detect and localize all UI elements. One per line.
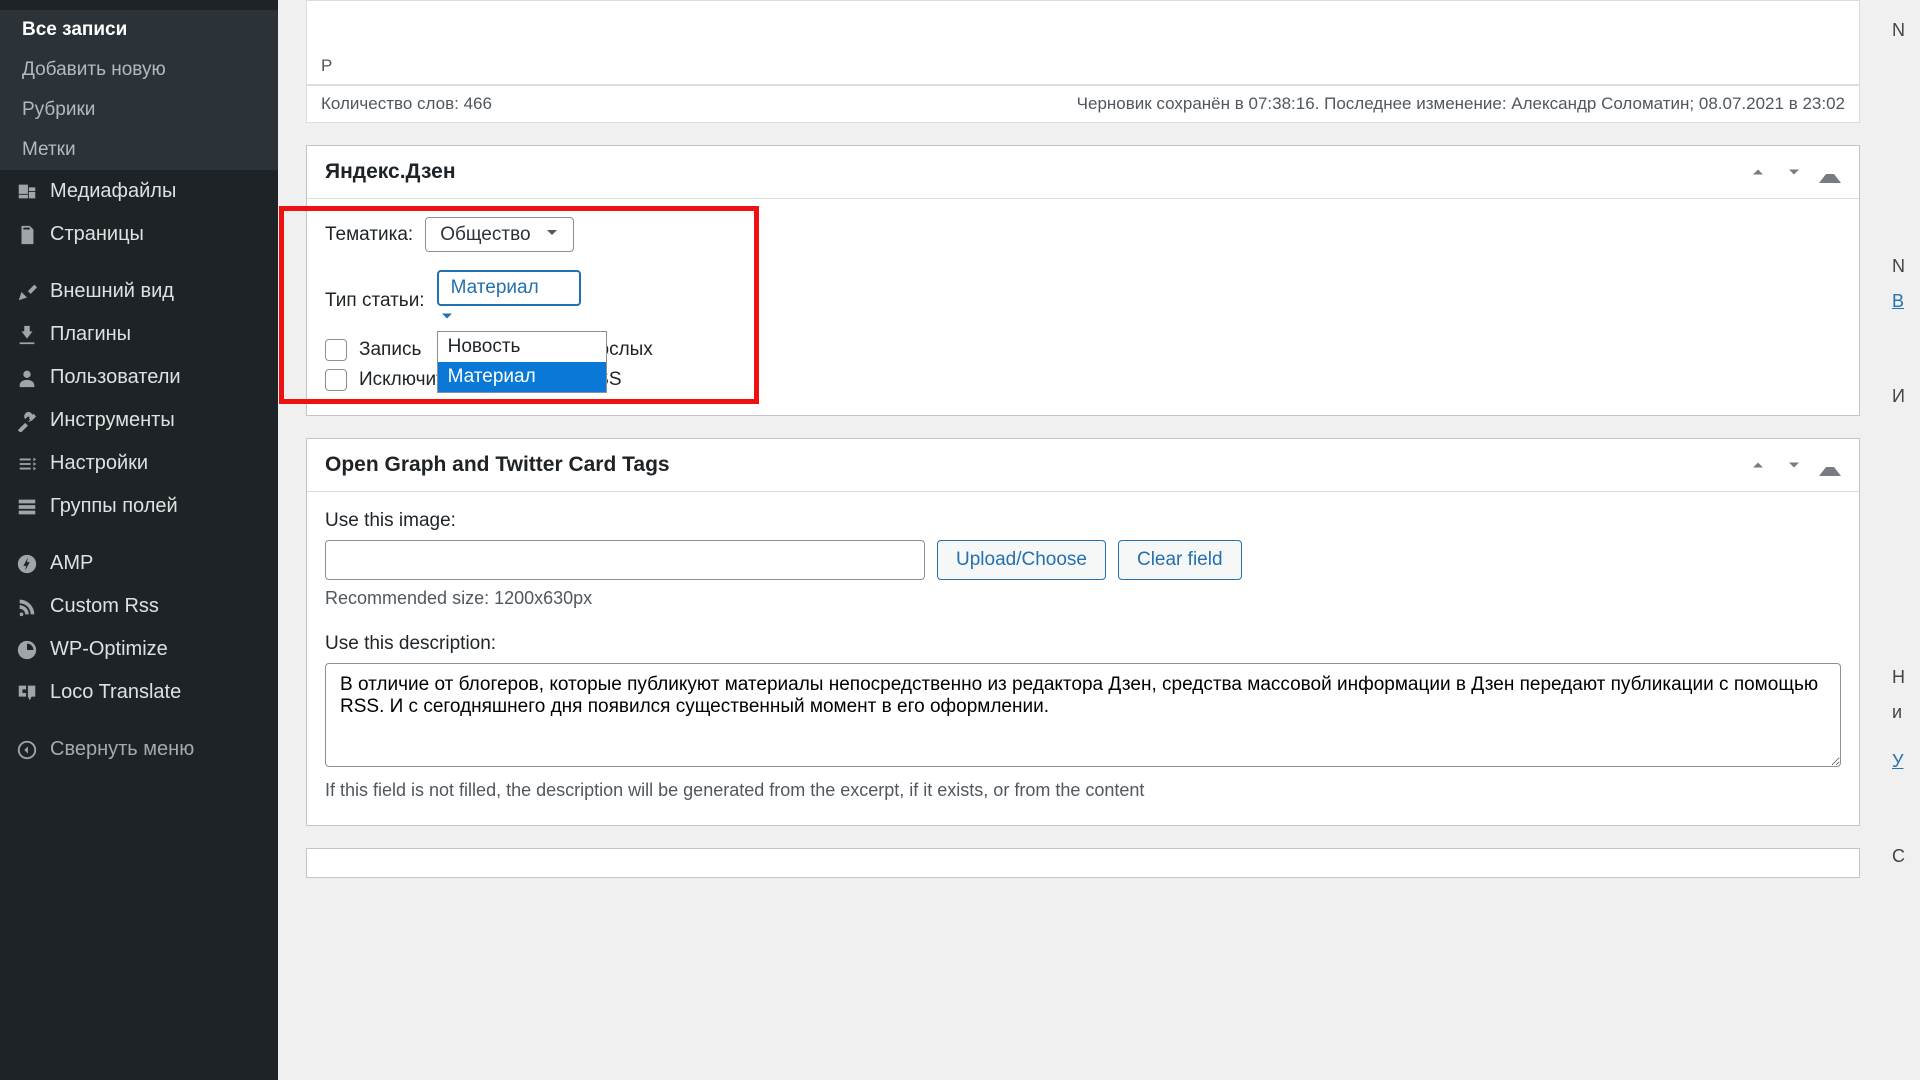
- amp-icon: [16, 553, 38, 575]
- og-image-label: Use this image:: [325, 510, 1841, 532]
- og-desc-textarea[interactable]: В отличие от блогеров, которые публикуют…: [325, 663, 1841, 767]
- open-graph-panel: Open Graph and Twitter Card Tags Use thi…: [306, 438, 1860, 826]
- admin-sidebar: Все записи Добавить новую Рубрики Метки …: [0, 0, 278, 1080]
- save-status: Черновик сохранён в 07:38:16. Последнее …: [1077, 94, 1845, 114]
- users-icon: [16, 367, 38, 389]
- og-image-hint: Recommended size: 1200x630px: [325, 588, 1841, 609]
- panel-toggle-icon[interactable]: [1819, 161, 1841, 183]
- panel-move-up-icon[interactable]: [1747, 454, 1769, 476]
- yandex-zen-panel-header[interactable]: Яндекс.Дзен: [307, 146, 1859, 199]
- panel-move-down-icon[interactable]: [1783, 454, 1805, 476]
- panel-title: Яндекс.Дзен: [325, 160, 456, 184]
- clear-field-button[interactable]: Clear field: [1118, 540, 1242, 580]
- collapse-icon: [16, 739, 38, 761]
- og-desc-label: Use this description:: [325, 633, 1841, 655]
- dropdown-option-material[interactable]: Материал: [438, 362, 606, 392]
- tools-icon: [16, 410, 38, 432]
- theme-select[interactable]: Общество: [425, 217, 574, 252]
- appearance-icon: [16, 281, 38, 303]
- main-content: P Количество слов: 466 Черновик сохранён…: [278, 0, 1888, 1080]
- right-sidebar-fragment: N N В И Н и У С: [1888, 0, 1920, 1080]
- sidebar-collapse-button[interactable]: Свернуть меню: [0, 728, 278, 771]
- sidebar-item-amp[interactable]: AMP: [0, 542, 278, 585]
- chevron-down-icon: [437, 311, 457, 330]
- panel-move-up-icon[interactable]: [1747, 161, 1769, 183]
- og-image-input[interactable]: [325, 540, 925, 580]
- editor-path-bar: P: [306, 48, 1860, 85]
- panel-toggle-icon[interactable]: [1819, 454, 1841, 476]
- exclude-rss-checkbox[interactable]: [325, 369, 347, 391]
- sidebar-item-settings[interactable]: Настройки: [0, 442, 278, 485]
- next-panel-stub: [306, 848, 1860, 878]
- panel-title: Open Graph and Twitter Card Tags: [325, 453, 670, 477]
- yandex-zen-panel: Яндекс.Дзен Тематика: Общество: [306, 145, 1860, 416]
- og-desc-hint: If this field is not filled, the descrip…: [325, 780, 1841, 801]
- dropdown-option-news[interactable]: Новость: [438, 332, 606, 362]
- sidebar-item-pages[interactable]: Страницы: [0, 213, 278, 256]
- editor-content-area[interactable]: [306, 0, 1860, 48]
- article-type-dropdown: Новость Материал: [437, 331, 607, 393]
- pages-icon: [16, 224, 38, 246]
- sidebar-item-loco-translate[interactable]: Loco Translate: [0, 671, 278, 714]
- optimize-icon: [16, 639, 38, 661]
- sidebar-sub-all-posts[interactable]: Все записи: [0, 10, 278, 50]
- article-type-select[interactable]: Материал: [437, 270, 581, 306]
- adult-content-checkbox[interactable]: [325, 339, 347, 361]
- sidebar-item-users[interactable]: Пользователи: [0, 356, 278, 399]
- sidebar-item-appearance[interactable]: Внешний вид: [0, 270, 278, 313]
- rss-icon: [16, 596, 38, 618]
- loco-icon: [16, 682, 38, 704]
- sidebar-item-custom-rss[interactable]: Custom Rss: [0, 585, 278, 628]
- editor-element-path: P: [321, 56, 332, 76]
- editor-status-bar: Количество слов: 466 Черновик сохранён в…: [306, 85, 1860, 123]
- sidebar-sub-add-new[interactable]: Добавить новую: [0, 50, 278, 90]
- article-type-label: Тип статьи:: [325, 290, 425, 312]
- sidebar-item-field-groups[interactable]: Группы полей: [0, 485, 278, 528]
- sidebar-sub-tags[interactable]: Метки: [0, 130, 278, 170]
- settings-icon: [16, 453, 38, 475]
- upload-choose-button[interactable]: Upload/Choose: [937, 540, 1106, 580]
- panel-move-down-icon[interactable]: [1783, 161, 1805, 183]
- media-icon: [16, 181, 38, 203]
- open-graph-panel-header[interactable]: Open Graph and Twitter Card Tags: [307, 439, 1859, 492]
- sidebar-item-plugins[interactable]: Плагины: [0, 313, 278, 356]
- theme-label: Тематика:: [325, 224, 413, 246]
- word-count: Количество слов: 466: [321, 94, 492, 114]
- sidebar-sub-categories[interactable]: Рубрики: [0, 90, 278, 130]
- plugins-icon: [16, 324, 38, 346]
- sidebar-item-media[interactable]: Медиафайлы: [0, 170, 278, 213]
- fields-icon: [16, 496, 38, 518]
- sidebar-item-wp-optimize[interactable]: WP-Optimize: [0, 628, 278, 671]
- sidebar-item-tools[interactable]: Инструменты: [0, 399, 278, 442]
